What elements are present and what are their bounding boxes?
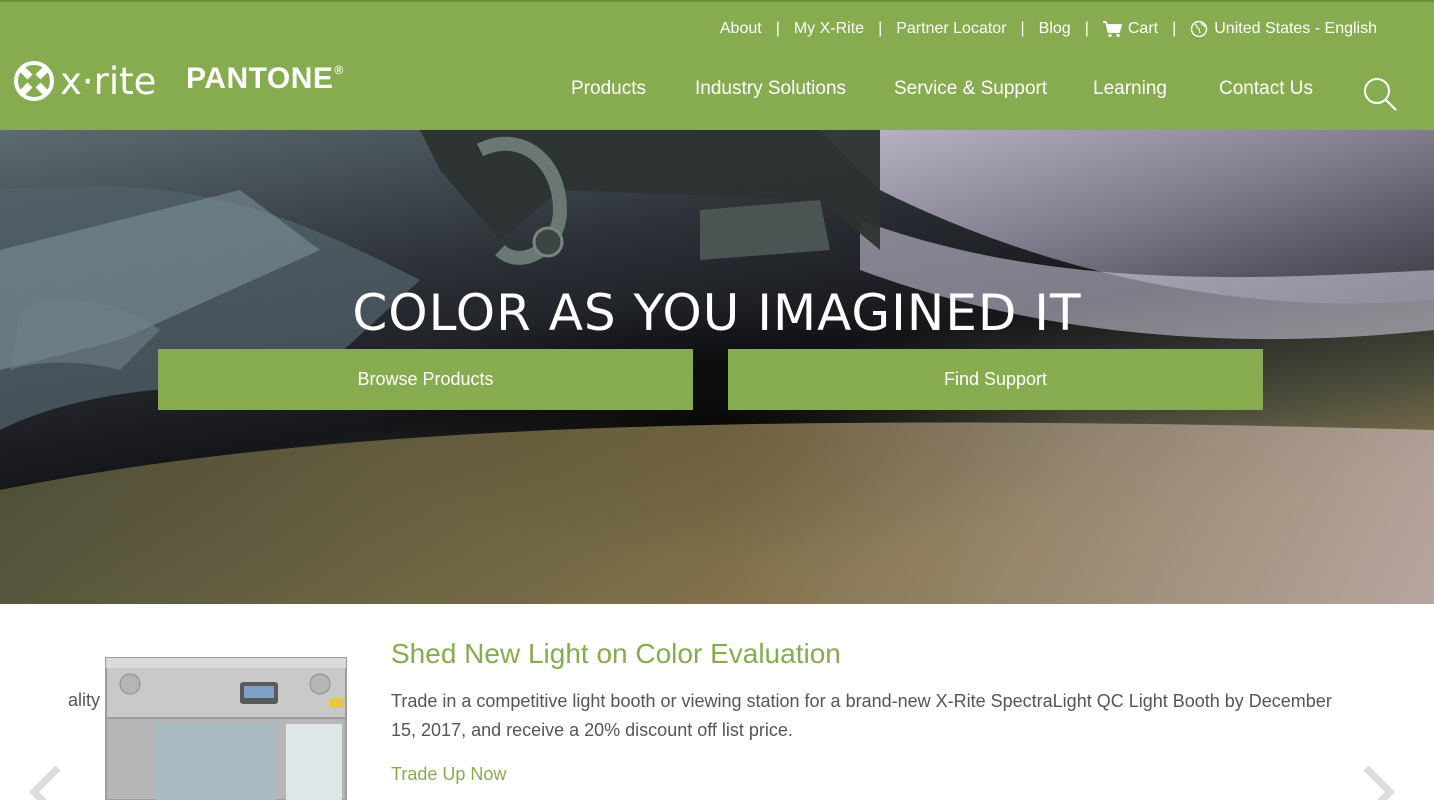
registered-mark: ® [334,63,344,77]
partner-locator-link[interactable]: Partner Locator [896,20,1006,38]
hero-title: COLOR AS YOU IMAGINED IT [352,284,1082,342]
separator: | [1020,20,1025,37]
separator: | [1084,20,1089,37]
separator: | [775,20,780,37]
promo-description: Trade in a competitive light booth or vi… [391,687,1353,745]
promo-section: ality Shed New Light on Color Evaluation… [0,604,1434,800]
promo-line-1: Trade in a competitive light booth or vi… [391,691,1332,711]
promo-title: Shed New Light on Color Evaluation [391,638,841,669]
separator: | [1172,20,1177,37]
light-booth-image [105,657,347,800]
region-selector[interactable]: United States - English [1190,20,1377,38]
nav-products[interactable]: Products [571,78,646,100]
trade-up-now-link[interactable]: Trade Up Now [391,764,506,785]
hero-banner: COLOR AS YOU IMAGINED IT Browse Products… [0,130,1434,604]
globe-icon [1191,20,1208,38]
site-header: x·rite PANTONE® About | My X-Rite | Part… [0,0,1434,130]
find-support-button[interactable]: Find Support [728,349,1263,410]
region-label: United States - English [1214,20,1377,37]
cart-icon [1102,20,1122,37]
separator: | [878,20,883,37]
nav-learning[interactable]: Learning [1093,78,1167,100]
promo-line-2: 15, 2017, and receive a 20% discount off… [391,720,793,740]
cart-label: Cart [1127,20,1159,37]
chevron-left-icon [29,765,61,800]
search-button[interactable] [1362,76,1398,112]
chevron-right-icon [1363,765,1395,800]
my-xrite-link[interactable]: My X-Rite [794,20,864,38]
main-nav: Products Industry Solutions Service & Su… [0,78,1434,104]
previous-slide-text: ality [68,690,101,710]
nav-service-support[interactable]: Service & Support [894,78,1047,100]
search-icon [1364,78,1397,111]
utility-nav: About | My X-Rite | Partner Locator | Bl… [720,18,1377,40]
carousel-next-button[interactable] [1362,764,1406,800]
nav-contact-us[interactable]: Contact Us [1219,78,1313,100]
carousel-prev-button[interactable] [18,764,62,800]
nav-industry-solutions[interactable]: Industry Solutions [695,78,846,100]
browse-products-button[interactable]: Browse Products [158,349,693,410]
cart-link[interactable]: Cart [1102,20,1159,38]
about-link[interactable]: About [720,20,762,38]
blog-link[interactable]: Blog [1039,20,1071,38]
